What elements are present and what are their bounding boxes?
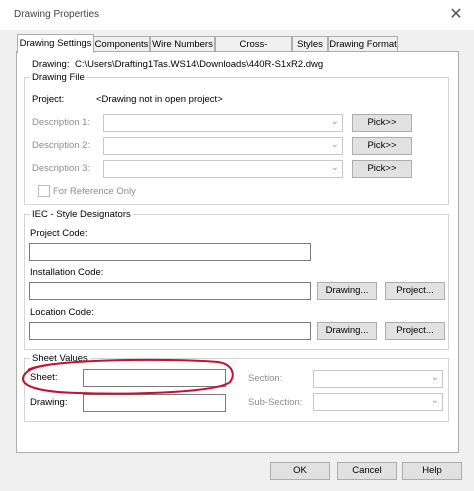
title-bar: Drawing Properties ✕ (0, 0, 474, 30)
location-drawing-button[interactable]: Drawing... (317, 322, 377, 340)
annotation-circle-stroke (22, 358, 234, 395)
project-code-label: Project Code: (30, 228, 88, 239)
drawing-label: Drawing: (30, 397, 68, 408)
tab-cross-references[interactable]: Cross-References (215, 36, 292, 65)
tab-drawing-format[interactable]: Drawing Format (328, 36, 398, 52)
description-1-combo[interactable]: ⌄ (103, 114, 343, 132)
window-title: Drawing Properties (14, 9, 100, 20)
description-1-pick-button[interactable]: Pick>> (352, 114, 412, 132)
subsection-label: Sub-Section: (248, 397, 303, 408)
installation-code-input[interactable] (29, 282, 311, 300)
tab-styles[interactable]: Styles (292, 36, 328, 52)
chevron-down-icon: ⌄ (330, 116, 339, 127)
drawing-path-value: C:\Users\Drafting1Tas.WS14\Downloads\440… (75, 59, 324, 70)
description-2-combo[interactable]: ⌄ (103, 137, 343, 155)
drawing-path-label: Drawing: (32, 59, 70, 70)
annotation-circle (22, 358, 234, 395)
help-button[interactable]: Help (402, 462, 462, 480)
chevron-down-icon: ⌄ (430, 372, 439, 383)
description-3-pick-button[interactable]: Pick>> (352, 160, 412, 178)
section-label: Section: (248, 373, 283, 384)
installation-code-label: Installation Code: (30, 267, 104, 278)
location-code-label: Location Code: (30, 307, 94, 318)
location-project-button[interactable]: Project... (385, 322, 445, 340)
description-1-label: Description 1: (32, 117, 91, 128)
project-code-input[interactable] (29, 243, 311, 261)
close-icon[interactable]: ✕ (446, 5, 466, 25)
installation-project-button[interactable]: Project... (385, 282, 445, 300)
installation-drawing-button[interactable]: Drawing... (317, 282, 377, 300)
subsection-combo[interactable]: ⌄ (313, 393, 443, 411)
tab-components[interactable]: Components (93, 36, 150, 52)
project-label: Project: (32, 94, 65, 105)
cancel-button[interactable]: Cancel (337, 462, 397, 480)
drawing-file-group-label: Drawing File (30, 72, 87, 83)
section-combo[interactable]: ⌄ (313, 370, 443, 388)
description-3-label: Description 3: (32, 163, 91, 174)
reference-only-label: For Reference Only (53, 186, 136, 197)
description-3-combo[interactable]: ⌄ (103, 160, 343, 178)
chevron-down-icon: ⌄ (430, 395, 439, 406)
reference-only-checkbox[interactable] (38, 185, 50, 197)
iec-group-label: IEC - Style Designators (30, 209, 133, 220)
tab-drawing-settings[interactable]: Drawing Settings (17, 34, 94, 53)
ok-button[interactable]: OK (270, 462, 330, 480)
location-code-input[interactable] (29, 322, 311, 340)
description-2-label: Description 2: (32, 140, 91, 151)
tab-wire-numbers[interactable]: Wire Numbers (150, 36, 215, 52)
drawing-properties-dialog: Drawing Properties ✕ Drawing Settings Co… (0, 0, 474, 491)
chevron-down-icon: ⌄ (330, 162, 339, 173)
chevron-down-icon: ⌄ (330, 139, 339, 150)
description-2-pick-button[interactable]: Pick>> (352, 137, 412, 155)
project-value: <Drawing not in open project> (96, 94, 223, 105)
